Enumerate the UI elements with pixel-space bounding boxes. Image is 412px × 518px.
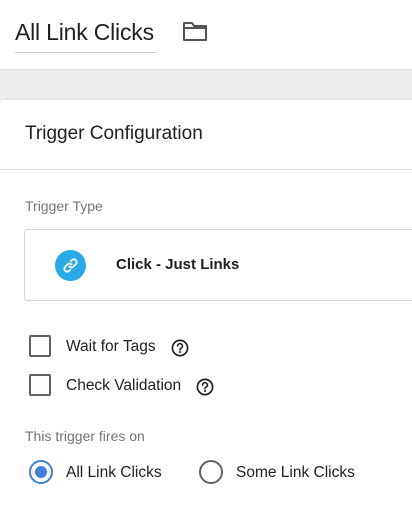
help-icon[interactable] — [171, 339, 189, 357]
panel-title: Trigger Configuration — [25, 123, 203, 144]
some-link-clicks-radio[interactable] — [199, 460, 223, 484]
fires-on-label: This trigger fires on — [25, 428, 145, 444]
trigger-name[interactable]: All Link Clicks — [15, 16, 154, 48]
all-link-clicks-label[interactable]: All Link Clicks — [66, 464, 162, 482]
trigger-type-selector[interactable]: Click - Just Links — [24, 229, 412, 301]
folder-icon[interactable] — [182, 20, 208, 42]
all-link-clicks-radio[interactable] — [29, 460, 53, 484]
some-link-clicks-label[interactable]: Some Link Clicks — [236, 464, 355, 482]
trigger-header: All Link Clicks — [0, 0, 412, 70]
trigger-type-value: Click - Just Links — [116, 256, 240, 273]
trigger-editor: All Link Clicks Trigger Configuration Tr… — [0, 0, 412, 518]
panel-header: Trigger Configuration — [0, 100, 412, 170]
check-validation-checkbox[interactable] — [29, 374, 51, 396]
link-icon — [55, 250, 86, 281]
help-icon[interactable] — [196, 378, 214, 396]
trigger-name-field[interactable]: All Link Clicks — [15, 16, 156, 53]
wait-for-tags-label[interactable]: Wait for Tags — [66, 338, 156, 356]
trigger-type-label: Trigger Type — [25, 198, 103, 214]
trigger-configuration-panel: Trigger Configuration Trigger Type Click… — [0, 100, 412, 518]
check-validation-label[interactable]: Check Validation — [66, 377, 181, 395]
wait-for-tags-checkbox[interactable] — [29, 335, 51, 357]
